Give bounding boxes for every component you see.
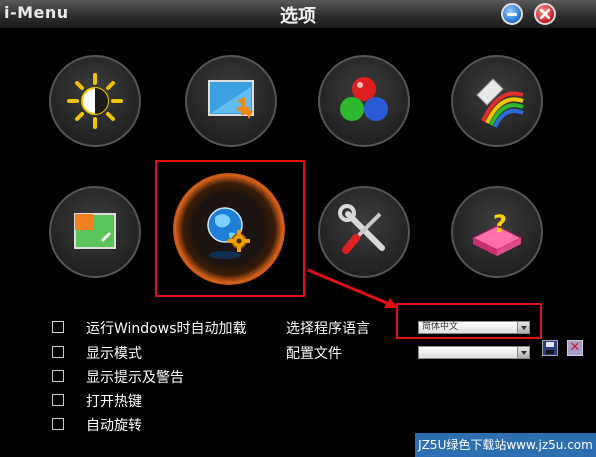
checkbox[interactable]: [52, 321, 64, 333]
option-label: 显示提示及警告: [86, 370, 184, 386]
image-tile[interactable]: [49, 186, 141, 278]
chevron-down-icon[interactable]: [517, 347, 529, 358]
paint-bucket-icon: [476, 78, 524, 128]
checkbox[interactable]: [52, 346, 64, 358]
pointer-arrow: [307, 268, 398, 308]
close-icon: [539, 8, 551, 20]
brightness-contrast-icon: [67, 73, 123, 129]
minimize-button[interactable]: [501, 3, 523, 25]
svg-text:?: ?: [493, 210, 507, 238]
close-button[interactable]: [534, 3, 556, 25]
display-tile[interactable]: [185, 55, 277, 147]
screen-resize-icon: [208, 80, 254, 119]
delete-config-button[interactable]: ✕: [567, 340, 583, 356]
checkbox[interactable]: [52, 370, 64, 382]
config-file-select[interactable]: [418, 346, 530, 359]
language-label: 选择程序语言: [286, 321, 370, 337]
option-label: 显示模式: [86, 346, 142, 362]
language-tile[interactable]: [173, 173, 285, 285]
globe-gear-icon: [207, 207, 250, 259]
language-tile-highlight: [155, 160, 305, 297]
image-crop-icon: [74, 213, 116, 249]
paint-tile[interactable]: [451, 55, 543, 147]
color-balls-icon: [340, 77, 388, 121]
options-window: i-Menu 选项 ? 运行Windows时自动加载 显示模式 显示提示及警告 …: [0, 0, 596, 457]
save-config-button[interactable]: [542, 340, 558, 356]
checkbox[interactable]: [52, 394, 64, 406]
config-file-label: 配置文件: [286, 346, 342, 362]
checkbox[interactable]: [52, 418, 64, 430]
help-tile[interactable]: ?: [451, 186, 543, 278]
help-box-icon: ?: [471, 210, 523, 256]
delete-icon: ✕: [569, 340, 581, 355]
language-select-value: 简体中文: [422, 322, 459, 332]
watermark: JZ5U绿色下载站www.jz5u.com: [415, 433, 596, 457]
chevron-down-icon[interactable]: [517, 322, 529, 333]
option-label: 自动旋转: [86, 418, 142, 434]
option-label: 打开热键: [86, 394, 142, 410]
brightness-tile[interactable]: [49, 55, 141, 147]
color-tile[interactable]: [318, 55, 410, 147]
title-bar: i-Menu 选项: [0, 0, 596, 29]
language-select[interactable]: 简体中文: [418, 321, 530, 334]
option-label: 运行Windows时自动加载: [86, 321, 247, 337]
